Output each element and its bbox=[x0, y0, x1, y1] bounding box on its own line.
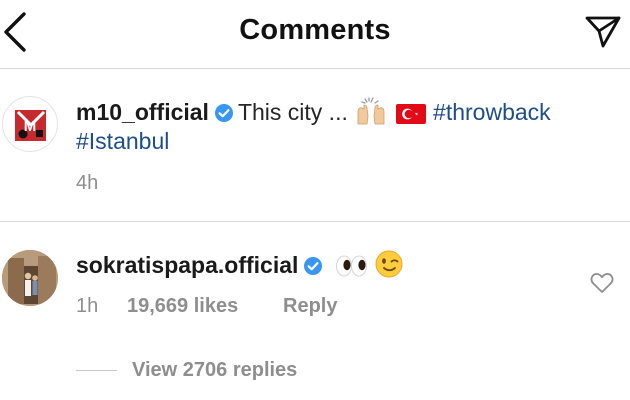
send-button[interactable] bbox=[584, 13, 622, 51]
verified-badge-icon bbox=[214, 100, 234, 131]
reply-button[interactable]: Reply bbox=[283, 295, 337, 318]
winking-face-emoji-icon bbox=[374, 249, 404, 287]
verified-badge-icon bbox=[303, 253, 323, 284]
avatar[interactable]: M bbox=[2, 96, 58, 152]
caption-divider bbox=[0, 221, 630, 222]
like-button[interactable] bbox=[590, 272, 614, 294]
header-bar: Comments bbox=[0, 0, 630, 68]
avatar-letter: M bbox=[24, 118, 37, 135]
avatar[interactable] bbox=[2, 250, 58, 306]
header-divider bbox=[0, 68, 630, 69]
page-title: Comments bbox=[239, 14, 391, 46]
view-replies-button[interactable]: View 2706 replies bbox=[132, 359, 297, 382]
comment-username[interactable]: sokratispapa.official bbox=[76, 252, 298, 278]
send-icon bbox=[585, 16, 621, 48]
hashtag-throwback[interactable]: #throwback bbox=[433, 99, 551, 125]
post-timestamp: 4h bbox=[76, 172, 99, 194]
comment-likes[interactable]: 19,669 likes bbox=[127, 295, 238, 318]
comment-line: sokratispapa.official bbox=[76, 249, 404, 287]
eyes-emoji-icon bbox=[334, 253, 368, 287]
post-caption-text: This city ... bbox=[237, 99, 348, 125]
comment-timestamp: 1h bbox=[76, 295, 99, 317]
post-username[interactable]: m10_official bbox=[76, 99, 209, 125]
turkey-flag-emoji-icon bbox=[395, 102, 427, 134]
profile-photo-icon bbox=[2, 250, 58, 306]
hashtag-istanbul[interactable]: #Istanbul bbox=[76, 128, 169, 154]
m10-logo-icon: M bbox=[15, 110, 46, 141]
heart-outline-icon bbox=[590, 273, 614, 293]
raising-hands-emoji-icon bbox=[354, 96, 388, 134]
view-replies-line bbox=[76, 370, 117, 371]
post-caption-line-2: #Istanbul bbox=[76, 126, 169, 157]
